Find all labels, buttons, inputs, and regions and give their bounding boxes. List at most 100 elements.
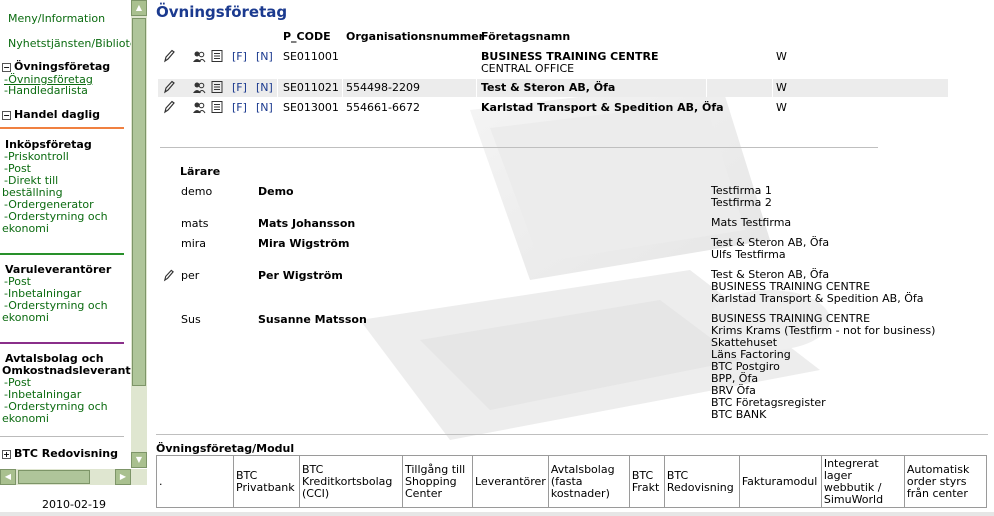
edit-pencil-icon[interactable] (162, 100, 176, 114)
list-icon[interactable] (210, 100, 224, 114)
f-link[interactable]: [F] (232, 81, 247, 94)
divider (0, 342, 124, 344)
users-icon[interactable] (192, 80, 206, 94)
teacher-name: Mira Wigström (258, 237, 350, 250)
divider (156, 434, 988, 435)
section-title: Övningsföretag (14, 60, 111, 73)
cell-divider (772, 79, 773, 97)
sidebar-nav: Meny/Information Nyhetstjänsten/Bibliote… (0, 0, 131, 468)
module-column-header: Avtalsbolag (fasta kostnader) (547, 455, 630, 508)
module-column-header: Fakturamodul (738, 455, 822, 508)
cell-pcode: SE011021 (283, 81, 339, 94)
teacher-firms: Testfirma 1 Testfirma 2 (711, 185, 772, 209)
teacher-name: Demo (258, 185, 294, 198)
nav-handledarlista[interactable]: -Handledarlista (4, 84, 88, 97)
module-table: . BTC Privatbank BTC Kreditkortsbolag (C… (156, 455, 987, 508)
divider (160, 147, 878, 148)
section-title: Handel daglig (14, 108, 100, 121)
module-column-header: Integrerat lager webbutik / SimuWorld (820, 455, 905, 508)
collapse-icon[interactable]: − (2, 111, 11, 120)
page-title: Övningsföretag (156, 3, 288, 21)
module-column-header: Tillgång till Shopping Center (402, 455, 473, 508)
nav-varu-orderstyrning-cont[interactable]: ekonomi (2, 311, 49, 324)
scroll-left-arrow-icon[interactable]: ◀ (0, 469, 16, 485)
nav-orderstyrning-cont[interactable]: ekonomi (2, 222, 49, 235)
table-row: [F] [N] SE011021 554498-2209 Test & Ster… (158, 79, 948, 97)
table-row: . BTC Privatbank BTC Kreditkortsbolag (C… (156, 455, 987, 508)
cell-flag: W (776, 50, 787, 63)
list-icon[interactable] (210, 80, 224, 94)
cell-divider (476, 79, 477, 97)
sidebar-horizontal-scrollbar[interactable]: ◀ ▶ (0, 469, 131, 485)
teacher-name: Mats Johansson (258, 217, 356, 230)
teacher-firms: Test & Steron AB, Öfa Ulfs Testfirma (711, 237, 829, 261)
teacher-username: mats (181, 217, 209, 230)
scroll-up-arrow-icon[interactable]: ▲ (131, 0, 147, 16)
n-link[interactable]: [N] (256, 101, 273, 114)
edit-pencil-icon[interactable] (162, 49, 176, 63)
teacher-name: Per Wigström (258, 269, 343, 282)
collapse-icon[interactable]: − (2, 63, 11, 72)
teacher-username: Sus (181, 313, 201, 326)
teacher-firms: Test & Steron AB, Öfa BUSINESS TRAINING … (711, 269, 923, 305)
teacher-firms: BUSINESS TRAINING CENTRE Krims Krams (Te… (711, 313, 935, 421)
f-link[interactable]: [F] (232, 50, 247, 63)
column-header-name: Företagsnamn (481, 30, 571, 43)
teacher-username: mira (181, 237, 207, 250)
column-header-pcode: P_CODE (283, 30, 331, 43)
teacher-firms: Mats Testfirma (711, 217, 791, 229)
cell-divider (342, 79, 343, 97)
n-link[interactable]: [N] (256, 81, 273, 94)
n-link[interactable]: [N] (256, 50, 273, 63)
cell-pcode: SE011001 (283, 50, 339, 63)
section-handel-daglig[interactable]: − Handel daglig (2, 108, 100, 121)
nav-nyhetstjansten[interactable]: Nyhetstjänsten/Bibliotek (8, 37, 131, 50)
f-link[interactable]: [F] (232, 101, 247, 114)
module-section-title: Övningsföretag/Modul (156, 442, 295, 455)
scroll-down-arrow-icon[interactable]: ▼ (131, 452, 147, 468)
cell-orgnr: 554498-2209 (346, 81, 420, 94)
scrollbar-thumb[interactable] (132, 18, 146, 386)
module-column-header: BTC Kreditkortsbolag (CCI) (299, 455, 403, 508)
column-header-orgnr: Organisationsnummer (346, 30, 485, 43)
cell-divider (706, 79, 707, 97)
list-icon[interactable] (210, 49, 224, 63)
scroll-right-arrow-icon[interactable]: ▶ (115, 469, 131, 485)
current-date: 2010-02-19 (42, 498, 106, 511)
firm-item: BTC BANK (711, 408, 767, 421)
firm-item: Karlstad Transport & Spedition AB, Öfa (711, 292, 924, 305)
divider (0, 127, 124, 129)
edit-pencil-icon[interactable] (162, 80, 176, 94)
divider (0, 436, 124, 437)
teacher-username: demo (181, 185, 213, 198)
section-ovningsforetag[interactable]: − Övningsföretag (2, 60, 110, 73)
module-column-header: BTC Privatbank (233, 455, 300, 508)
nav-meny-information[interactable]: Meny/Information (8, 12, 105, 25)
sidebar-vertical-scrollbar[interactable]: ▲ ▼ (131, 0, 147, 468)
scrollbar-thumb[interactable] (18, 470, 90, 484)
module-column-header: BTC Frakt (628, 455, 665, 508)
sidebar: Meny/Information Nyhetstjänsten/Bibliote… (0, 0, 148, 516)
cell-flag: W (776, 81, 787, 94)
cell-orgnr: 554661-6672 (346, 101, 420, 114)
table-row: [F] [N] SE011001 BUSINESS TRAINING CENTR… (158, 48, 948, 75)
main-content: Övningsföretag P_CODE Organisationsnumme… (150, 0, 994, 516)
module-column-header: BTC Redovisning (663, 455, 740, 508)
section-title: BTC Redovisning (14, 447, 118, 460)
users-icon[interactable] (192, 100, 206, 114)
nav-avtal-orderstyrning-cont[interactable]: ekonomi (2, 412, 49, 425)
section-btc-redovisning[interactable]: + BTC Redovisning (2, 447, 118, 460)
module-column-header: Leverantörer (472, 455, 549, 508)
teacher-name: Susanne Matsson (258, 313, 367, 326)
cell-name: Karlstad Transport & Spedition AB, Öfa (481, 101, 724, 114)
cell-divider (277, 79, 278, 97)
window-bottom-edge (0, 512, 994, 516)
module-column-header: Automatisk order styrs från center (903, 455, 987, 508)
firm-item: Ulfs Testfirma (711, 248, 786, 261)
table-row: [F] [N] SE013001 554661-6672 Karlstad Tr… (158, 99, 948, 117)
expand-icon[interactable]: + (2, 450, 11, 459)
module-column-header: . (156, 455, 234, 508)
cell-name: Test & Steron AB, Öfa (481, 81, 616, 94)
edit-pencil-icon[interactable] (162, 269, 175, 282)
users-icon[interactable] (192, 49, 206, 63)
